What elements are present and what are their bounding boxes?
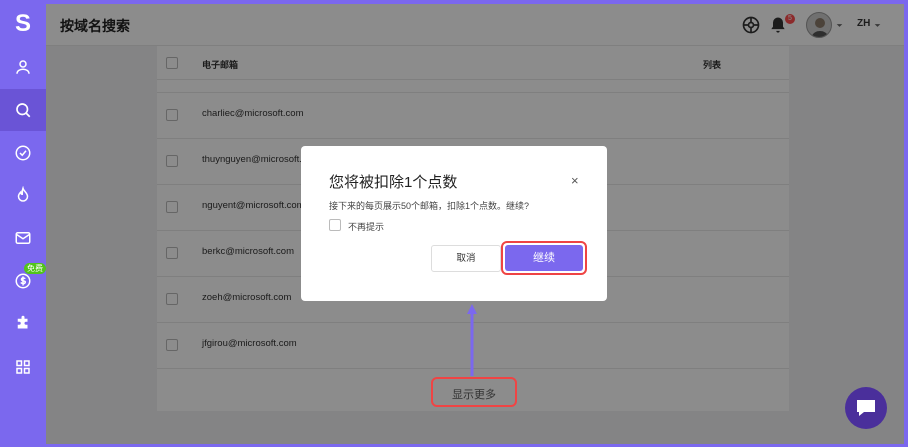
sidebar-item-apps[interactable] bbox=[0, 346, 46, 388]
annotation-arrow-icon bbox=[467, 304, 477, 376]
sidebar-item-mail[interactable] bbox=[0, 217, 46, 259]
sidebar-item-trending[interactable] bbox=[0, 174, 46, 216]
sidebar-item-search[interactable] bbox=[0, 89, 46, 131]
show-more-highlight: 显示更多 bbox=[431, 377, 517, 407]
sidebar-item-extensions[interactable] bbox=[0, 303, 46, 345]
sidebar-item-verify[interactable] bbox=[0, 132, 46, 174]
app-logo[interactable]: S bbox=[0, 0, 46, 48]
sidebar-item-billing[interactable] bbox=[0, 260, 46, 302]
continue-button[interactable]: 继续 bbox=[505, 245, 583, 271]
dialog-title: 您将被扣除1个点数 bbox=[329, 174, 458, 191]
search-icon bbox=[16, 103, 31, 118]
dollar-icon bbox=[15, 273, 31, 289]
dont-show-again-label[interactable]: 不再提示 bbox=[348, 220, 384, 233]
grid-icon bbox=[16, 360, 30, 374]
cancel-button[interactable]: 取消 bbox=[431, 245, 501, 272]
chat-widget-button[interactable] bbox=[845, 387, 887, 429]
check-circle-icon bbox=[15, 145, 31, 161]
user-icon bbox=[16, 60, 30, 74]
puzzle-icon bbox=[17, 315, 28, 329]
mail-icon bbox=[15, 232, 31, 244]
continue-highlight: 继续 bbox=[501, 241, 587, 275]
chat-icon bbox=[857, 400, 875, 416]
sidebar: S 免费 bbox=[0, 0, 46, 447]
sidebar-item-contacts[interactable] bbox=[0, 46, 46, 88]
flame-icon bbox=[17, 186, 29, 202]
confirm-dialog: 您将被扣除1个点数 × 接下来的每页展示50个邮箱，扣除1个点数。继续? 不再提… bbox=[301, 146, 607, 301]
dont-show-again-checkbox[interactable] bbox=[329, 219, 341, 231]
dialog-message: 接下来的每页展示50个邮箱，扣除1个点数。继续? bbox=[329, 201, 530, 211]
close-icon[interactable]: × bbox=[571, 173, 579, 188]
show-more-button[interactable]: 显示更多 bbox=[433, 386, 515, 402]
